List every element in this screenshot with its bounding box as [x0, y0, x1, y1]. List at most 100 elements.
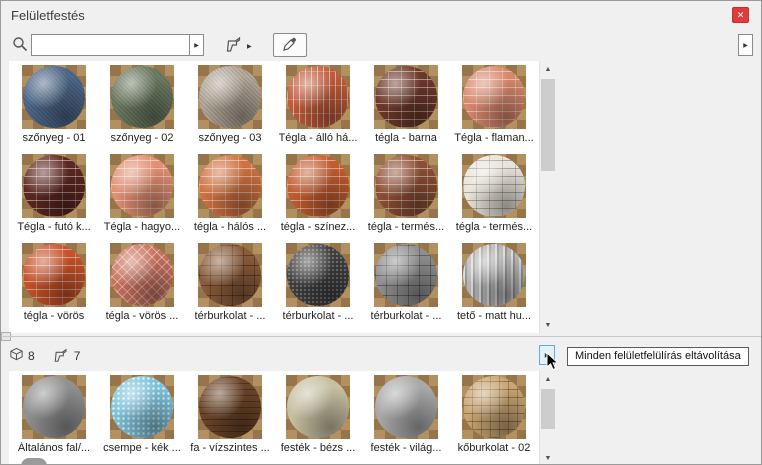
material-label: festék - bézs ...	[280, 442, 356, 454]
material-sphere	[375, 376, 437, 438]
material-tile[interactable]: szőnyeg - 03	[186, 65, 274, 151]
section-splitter[interactable]	[1, 336, 761, 337]
material-tile[interactable]: Tégla - hagyo...	[98, 154, 186, 240]
material-list-bottom: Általános fal/... csempe - kék ... fa - …	[9, 371, 539, 464]
material-label: térburkolat - ...	[370, 310, 442, 322]
material-label: tégla - vörös	[23, 310, 85, 322]
material-label: tégla - termés...	[367, 221, 445, 233]
search-input[interactable]	[31, 34, 189, 56]
material-thumbnail	[22, 243, 86, 307]
material-tile[interactable]: Tégla - flaman...	[450, 65, 538, 151]
material-sphere	[287, 66, 349, 128]
search-icon	[12, 36, 28, 57]
material-label: festék - világ...	[370, 442, 442, 454]
material-sphere	[463, 155, 525, 217]
scroll-up-button[interactable]: ▲	[540, 61, 556, 77]
material-thumbnail	[462, 154, 526, 218]
material-label: tégla - termés...	[455, 221, 533, 233]
material-thumbnail	[462, 375, 526, 439]
material-sphere	[287, 155, 349, 217]
material-thumbnail	[198, 375, 262, 439]
scroll-down-button[interactable]: ▼	[540, 317, 556, 333]
material-tile[interactable]: szőnyeg - 01	[10, 65, 98, 151]
material-thumbnail	[110, 375, 174, 439]
material-thumbnail	[374, 65, 438, 129]
material-tile[interactable]: csempe - kék ...	[98, 375, 186, 461]
materials-count: 8	[28, 349, 35, 363]
material-label: csempe - kék ...	[103, 442, 181, 454]
mouse-cursor-icon	[546, 351, 560, 376]
material-thumbnail	[286, 243, 350, 307]
material-sphere	[287, 376, 349, 438]
material-tile[interactable]: festék - világ...	[362, 375, 450, 461]
material-tile[interactable]: Tégla - álló há...	[274, 65, 362, 151]
material-tile[interactable]: térburkolat - ...	[362, 243, 450, 329]
expand-panel-button[interactable]: ▶	[738, 34, 753, 56]
scrollbar-thumb[interactable]	[541, 389, 555, 429]
materials-count-group: 8	[9, 347, 35, 365]
material-tile[interactable]: térburkolat - ...	[186, 243, 274, 329]
close-button[interactable]: ✕	[732, 7, 749, 23]
material-thumbnail	[462, 65, 526, 129]
search-field-group: ▶	[31, 34, 204, 56]
material-tile[interactable]: tégla - termés...	[362, 154, 450, 240]
feluletfestes-window: Felületfestés ✕ ▶ ▶ ▶ szőnyeg - 01 szőny…	[0, 0, 762, 465]
material-tile[interactable]: szőnyeg - 02	[98, 65, 186, 151]
material-sphere	[23, 66, 85, 128]
material-tile[interactable]: tégla - színez...	[274, 154, 362, 240]
material-thumbnail	[462, 243, 526, 307]
material-label: tégla - barna	[375, 132, 437, 144]
spray-gun-icon	[53, 347, 70, 366]
material-tile[interactable]: térburkolat - ...	[274, 243, 362, 329]
material-sphere	[23, 376, 85, 438]
scrollbar-track[interactable]	[540, 77, 556, 317]
chevron-right-icon: ▶	[247, 44, 252, 50]
material-label: Tégla - flaman...	[454, 132, 534, 144]
material-sphere	[375, 244, 437, 306]
material-sphere	[463, 244, 525, 306]
material-sphere	[199, 244, 261, 306]
material-tile[interactable]: tető - matt hu...	[450, 243, 538, 329]
material-tile[interactable]: fa - vízszintes ...	[186, 375, 274, 461]
partial-next-row-thumbnail	[21, 458, 47, 464]
material-tile[interactable]: festék - bézs ...	[274, 375, 362, 461]
material-thumbnail	[286, 65, 350, 129]
scroll-down-button[interactable]: ▼	[540, 450, 556, 464]
material-thumbnail	[286, 375, 350, 439]
material-thumbnail	[198, 243, 262, 307]
scrollbar-thumb[interactable]	[541, 79, 555, 171]
material-tile[interactable]: Általános fal/...	[10, 375, 98, 461]
material-thumbnail	[110, 154, 174, 218]
material-tile[interactable]: tégla - termés...	[450, 154, 538, 240]
material-tile[interactable]: Tégla - futó k...	[10, 154, 98, 240]
scrollbar-top[interactable]: ▲ ▼	[539, 61, 556, 333]
scrollbar-bottom[interactable]: ▲ ▼	[539, 371, 556, 464]
eyedropper-icon	[282, 36, 298, 55]
search-dropdown-button[interactable]: ▶	[189, 34, 204, 56]
material-sphere	[23, 244, 85, 306]
material-tile[interactable]: tégla - vörös	[10, 243, 98, 329]
scrollbar-track[interactable]	[540, 387, 556, 450]
material-sphere	[111, 244, 173, 306]
eyedropper-button[interactable]	[273, 33, 307, 57]
material-label: fa - vízszintes ...	[190, 442, 270, 454]
material-tile[interactable]: tégla - hálós ...	[186, 154, 274, 240]
material-tile[interactable]: tégla - barna	[362, 65, 450, 151]
material-label: szőnyeg - 03	[198, 132, 262, 144]
material-tile[interactable]: kőburkolat - 02	[450, 375, 538, 461]
cube-icon	[9, 347, 24, 365]
material-label: térburkolat - ...	[194, 310, 266, 322]
material-sphere	[375, 66, 437, 128]
overrides-section-header: 8 7	[9, 343, 92, 369]
material-sphere	[287, 244, 349, 306]
material-sphere	[111, 66, 173, 128]
spray-gun-icon	[225, 35, 244, 58]
material-label: tégla - vörös ...	[105, 310, 179, 322]
remove-overrides-tooltip[interactable]: Minden felületfelülírás eltávolítása	[567, 347, 749, 366]
material-label: Tégla - futó k...	[17, 221, 91, 233]
material-thumbnail	[374, 243, 438, 307]
paint-tool-button[interactable]: ▶	[225, 35, 252, 58]
material-list-top: szőnyeg - 01 szőnyeg - 02 szőnyeg - 03 T…	[9, 61, 539, 333]
material-tile[interactable]: tégla - vörös ...	[98, 243, 186, 329]
material-thumbnail	[374, 154, 438, 218]
